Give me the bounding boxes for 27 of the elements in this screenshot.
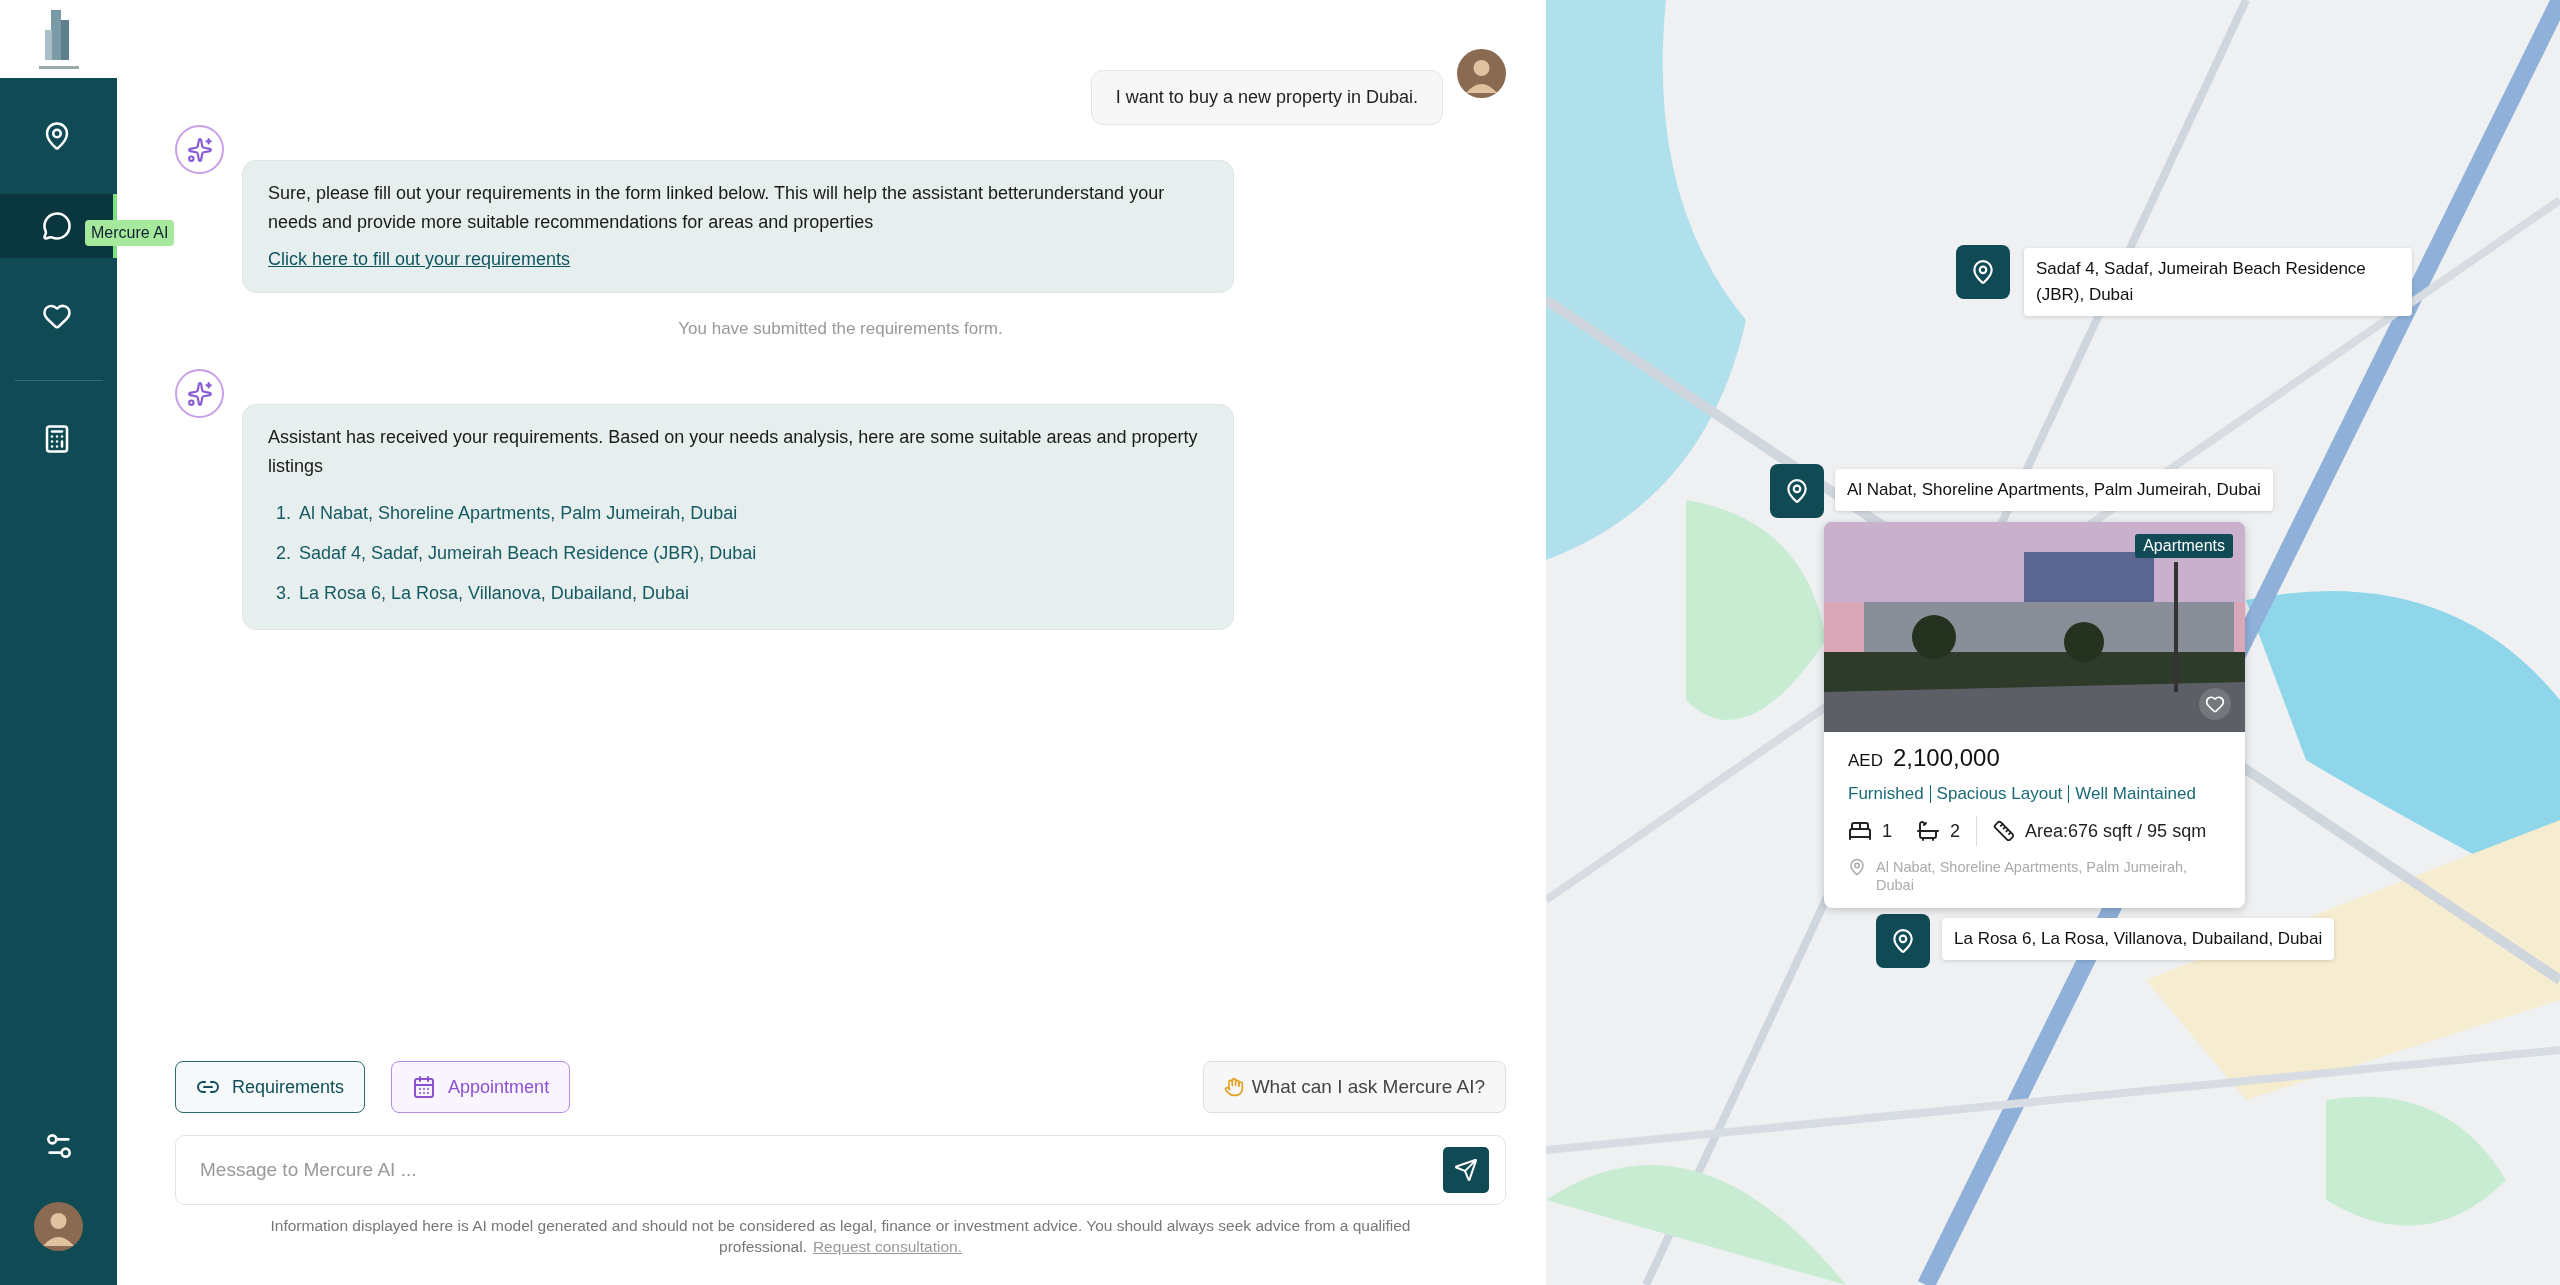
sparkles-icon	[186, 136, 213, 163]
send-button[interactable]	[1443, 1147, 1489, 1193]
listing-item: Al Nabat, Shoreline Apartments, Palm Jumeirah, Dubai	[299, 502, 738, 525]
message-box[interactable]: Message to Mercure AI ...	[175, 1135, 1506, 1205]
list-number: 1.	[276, 502, 291, 525]
chat-icon	[41, 211, 72, 241]
help-button[interactable]: What can I ask Mercure AI?	[1202, 1061, 1506, 1113]
user-avatar	[1457, 49, 1506, 98]
sparkles-icon	[186, 380, 213, 407]
appointment-button[interactable]: Appointment	[391, 1061, 571, 1113]
calendar-icon	[412, 1075, 437, 1099]
message-text: Sure, please fill out your requirements in the form linked below. This will help the assistant betterunderstand your needs and provide more suitable recommendations for areas and properties	[268, 182, 1166, 234]
requirements-link[interactable]: Click here to fill out your requirements	[268, 249, 571, 270]
list-number: 3.	[276, 582, 291, 605]
waving-hand-icon	[1223, 1077, 1244, 1097]
listing-item: Sadaf 4, Sadaf, Jumeirah Beach Residence (JBR), Dubai	[299, 542, 757, 565]
disclaimer-text: Information displayed here is AI model generated and should not be considered as legal, finance or investment advice. You should always seek advice from a qualified professional. Request consultation.	[269, 1216, 1412, 1257]
message-field[interactable]: Message to Mercure AI ...	[198, 1158, 1443, 1182]
user-message: I want to buy a new property in Dubai.	[1090, 70, 1443, 125]
message-text: Assistant has received your requirements. Based on your needs analysis, here are some suitable areas and property listings	[268, 426, 1199, 478]
user-avatar	[34, 1202, 83, 1251]
tooltip: Mercure AI	[85, 220, 175, 246]
list-number: 2.	[276, 542, 291, 565]
requirements-button[interactable]: Requirements	[175, 1061, 366, 1113]
status-text: You have submitted the requirements form.	[677, 319, 1004, 339]
listing-item: La Rosa 6, La Rosa, Villanova, Dubailand, Dubai	[299, 582, 689, 605]
send-icon	[1454, 1158, 1478, 1182]
